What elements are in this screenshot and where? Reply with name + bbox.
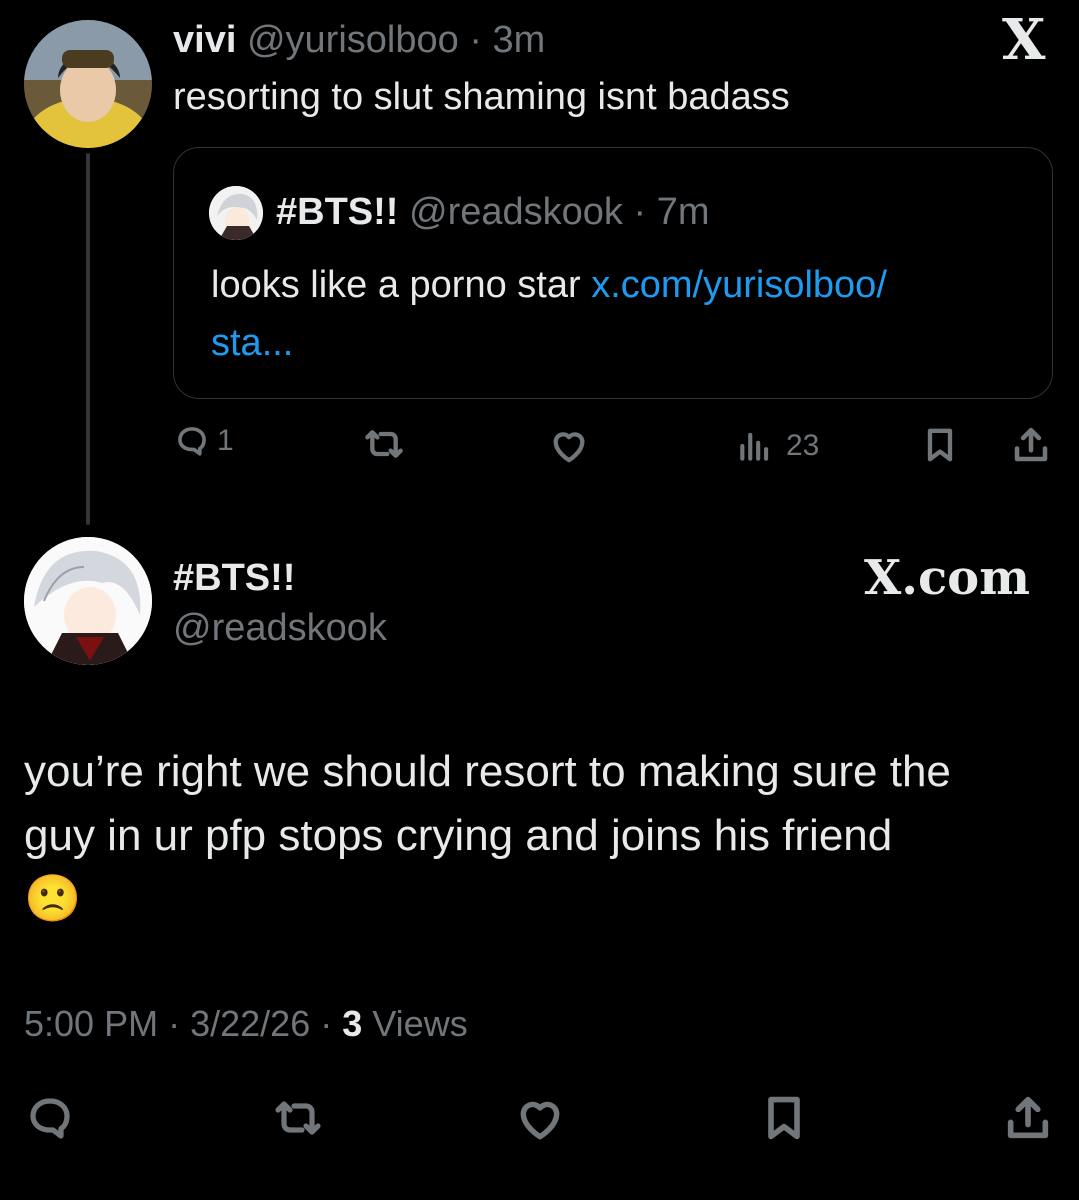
views-icon bbox=[740, 432, 769, 461]
share-icon bbox=[1007, 1096, 1049, 1139]
meta-dot-2: · bbox=[320, 1003, 333, 1044]
like-button[interactable] bbox=[548, 426, 590, 471]
main-display-name[interactable]: #BTS!! bbox=[173, 556, 295, 600]
repost-button[interactable] bbox=[360, 424, 408, 469]
bookmark-button[interactable] bbox=[920, 424, 960, 471]
thread-line bbox=[86, 153, 90, 525]
views-button[interactable]: 23 bbox=[736, 426, 819, 466]
x-com-logo: X.com bbox=[864, 550, 1030, 606]
bookmark-icon bbox=[768, 1096, 800, 1140]
repost-icon bbox=[365, 430, 403, 458]
reply-display-name[interactable]: vivi bbox=[173, 19, 236, 61]
main-reply-button[interactable] bbox=[24, 1094, 76, 1147]
heart-icon bbox=[553, 432, 585, 463]
tweet-time[interactable]: 5:00 PM bbox=[24, 1003, 158, 1044]
quote-avatar[interactable] bbox=[209, 186, 263, 240]
reply-button[interactable]: 1 bbox=[175, 424, 234, 458]
main-share-button[interactable] bbox=[1002, 1092, 1054, 1149]
quote-link-continued[interactable]: sta... bbox=[211, 314, 1031, 372]
avatar-image bbox=[24, 20, 152, 148]
quote-link[interactable]: x.com/yurisolboo/ bbox=[591, 264, 887, 306]
quote-time[interactable]: 7m bbox=[657, 191, 710, 233]
x-logo: X bbox=[1002, 7, 1046, 73]
quote-display-name[interactable]: #BTS!! bbox=[276, 191, 398, 233]
views-count[interactable]: 3 bbox=[342, 1003, 362, 1044]
views-count: 23 bbox=[786, 429, 820, 462]
heart-icon bbox=[520, 1101, 560, 1140]
reply-handle[interactable]: @yurisolboo bbox=[247, 19, 459, 61]
meta-dot: · bbox=[168, 1003, 181, 1044]
main-text-line-1: you’re right we should resort to making … bbox=[24, 747, 951, 796]
comment-icon bbox=[178, 427, 206, 456]
quote-separator: · bbox=[633, 191, 647, 233]
views-label[interactable]: Views bbox=[372, 1003, 467, 1044]
repost-icon bbox=[275, 1101, 321, 1135]
main-avatar[interactable] bbox=[24, 537, 152, 665]
reply-count: 1 bbox=[217, 424, 234, 457]
avatar[interactable] bbox=[24, 20, 152, 148]
share-icon bbox=[1014, 427, 1048, 462]
main-repost-button[interactable] bbox=[268, 1094, 328, 1147]
bookmark-icon bbox=[927, 428, 953, 462]
share-button[interactable] bbox=[1010, 424, 1052, 471]
main-text-line-2: guy in ur pfp stops crying and joins his… bbox=[24, 811, 893, 860]
comment-icon bbox=[30, 1098, 70, 1139]
main-avatar-image bbox=[24, 537, 152, 665]
main-bookmark-button[interactable] bbox=[758, 1092, 810, 1149]
quote-handle[interactable]: @readskook bbox=[409, 191, 623, 233]
quoted-tweet-card[interactable]: #BTS!! @readskook · 7m looks like a porn… bbox=[173, 147, 1053, 399]
main-like-button[interactable] bbox=[512, 1094, 568, 1149]
reply-separator: · bbox=[469, 19, 482, 61]
quote-text: looks like a porno star bbox=[211, 264, 581, 306]
reply-time[interactable]: 3m bbox=[493, 19, 546, 61]
frown-emoji: 🙁 bbox=[24, 872, 82, 924]
reply-text: resorting to slut shaming isnt badass bbox=[173, 76, 790, 118]
tweet-date[interactable]: 3/22/26 bbox=[190, 1003, 310, 1044]
quote-avatar-image bbox=[209, 186, 263, 240]
main-handle[interactable]: @readskook bbox=[173, 606, 387, 650]
